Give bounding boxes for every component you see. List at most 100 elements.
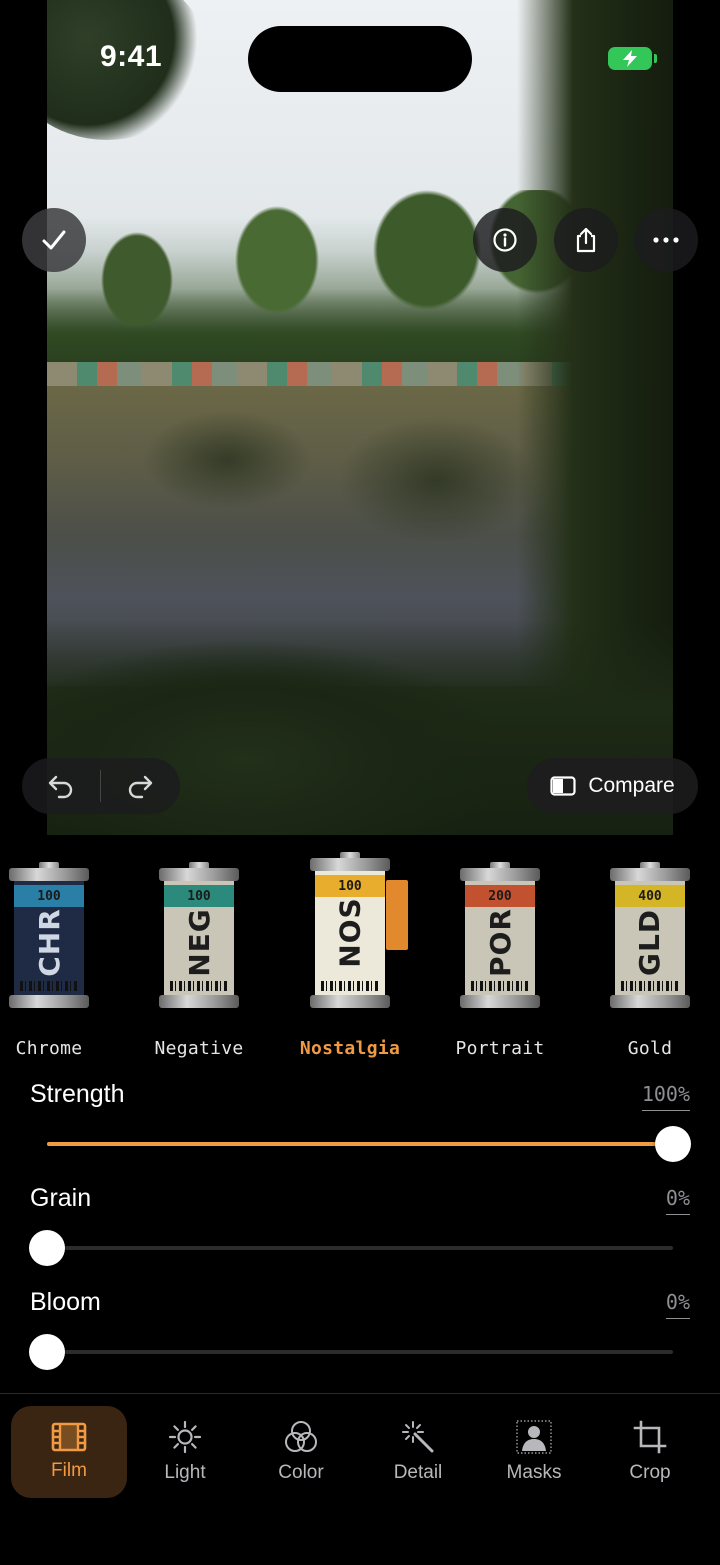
- tab-label: Crop: [629, 1462, 671, 1483]
- undo-redo-group: [22, 758, 180, 814]
- canister-barcode: [471, 981, 529, 991]
- canister-iso-band: 200: [465, 885, 535, 907]
- canister-code: POR: [467, 907, 533, 977]
- canister-code: NOS: [317, 897, 383, 967]
- canister-body: 100 NEG: [164, 881, 234, 995]
- film-roll-portrait[interactable]: 200 POR Portrait: [430, 850, 570, 1065]
- canister-top-cap: [310, 858, 390, 871]
- tab-color[interactable]: Color: [243, 1406, 359, 1498]
- film-roll-picker: 100 CHR Chrome 100 NEG Negative 100 NOS Nostalgi…: [0, 850, 720, 1065]
- film-canister-icon: 100 NOS: [310, 852, 390, 1008]
- share-button[interactable]: [554, 208, 618, 272]
- tab-label: Masks: [506, 1462, 562, 1483]
- canister-top-cap: [610, 868, 690, 881]
- canister-code-text: GLD: [633, 908, 667, 976]
- tab-crop[interactable]: Crop: [592, 1406, 708, 1498]
- slider-value: 0%: [665, 1290, 690, 1319]
- canister-barcode: [170, 981, 228, 991]
- person-mask-icon: [516, 1420, 552, 1454]
- canister-body: 100 CHR: [14, 881, 84, 995]
- canister-top-cap: [159, 868, 239, 881]
- tab-bar: Film Light Color Detail Masks Crop: [0, 1393, 720, 1565]
- film-roll-nostalgia[interactable]: 100 NOS Nostalgia: [280, 850, 420, 1065]
- compare-button[interactable]: Compare: [527, 758, 698, 814]
- film-canister-icon: 100 NEG: [159, 862, 239, 1008]
- canister-iso-band: 400: [615, 885, 685, 907]
- tab-label: Light: [164, 1462, 206, 1483]
- tab-film[interactable]: Film: [11, 1406, 127, 1498]
- photo-preview[interactable]: [47, 0, 673, 835]
- info-button[interactable]: [473, 208, 537, 272]
- canister-code: CHR: [16, 907, 82, 977]
- film-canister-icon: 200 POR: [460, 862, 540, 1008]
- magic-wand-icon: [401, 1420, 435, 1454]
- strength-slider[interactable]: [47, 1126, 691, 1162]
- slider-value: 100%: [641, 1082, 690, 1111]
- slider-label: Bloom: [30, 1288, 101, 1316]
- undo-icon: [48, 775, 73, 799]
- canister-code-text: NEG: [182, 907, 216, 977]
- canister-barcode: [321, 981, 379, 991]
- undo-button[interactable]: [22, 758, 100, 814]
- sun-icon: [168, 1420, 202, 1454]
- tab-light[interactable]: Light: [127, 1406, 243, 1498]
- tab-label: Film: [51, 1460, 87, 1481]
- slider-fill: [47, 1142, 673, 1146]
- canister-code: GLD: [617, 907, 683, 977]
- done-button[interactable]: [22, 208, 86, 272]
- info-icon: [493, 228, 517, 252]
- film-roll-label: Portrait: [455, 1038, 545, 1059]
- film-roll-label: Nostalgia: [299, 1038, 401, 1059]
- status-time: 9:41: [100, 40, 163, 73]
- compare-label: Compare: [588, 774, 675, 797]
- canister-barcode: [20, 981, 78, 991]
- dynamic-island: [248, 26, 472, 92]
- redo-icon: [128, 775, 153, 799]
- canister-body: 200 POR: [465, 881, 535, 995]
- film-canister-icon: 100 CHR: [9, 862, 89, 1008]
- canister-bottom-cap: [159, 995, 239, 1008]
- tab-label: Detail: [393, 1462, 443, 1483]
- compare-icon: [550, 776, 576, 796]
- film-roll-chrome[interactable]: 100 CHR Chrome: [0, 850, 119, 1065]
- canister-code: NEG: [166, 907, 232, 977]
- canister-iso-band: 100: [315, 875, 385, 897]
- canister-iso-band: 100: [164, 885, 234, 907]
- canister-code-text: CHR: [32, 907, 66, 977]
- film-roll-label: Negative: [154, 1038, 244, 1059]
- canister-code-text: POR: [483, 907, 517, 977]
- film-roll-gold[interactable]: 400 GLD Gold: [580, 850, 720, 1065]
- grain-slider[interactable]: [29, 1230, 673, 1266]
- slider-knob[interactable]: [29, 1334, 65, 1370]
- canister-body: 100 NOS: [315, 871, 385, 995]
- color-circles-icon: [283, 1420, 319, 1454]
- tab-masks[interactable]: Masks: [476, 1406, 592, 1498]
- canister-iso-band: 100: [14, 885, 84, 907]
- slider-knob[interactable]: [655, 1126, 691, 1162]
- canister-bottom-cap: [9, 995, 89, 1008]
- canister-barcode: [621, 981, 679, 991]
- tab-label: Color: [278, 1462, 324, 1483]
- canister-top-cap: [9, 868, 89, 881]
- film-icon: [51, 1422, 87, 1452]
- film-roll-label: Chrome: [15, 1038, 83, 1059]
- slider-label: Strength: [30, 1080, 125, 1108]
- canister-body: 400 GLD: [615, 881, 685, 995]
- tab-detail[interactable]: Detail: [360, 1406, 476, 1498]
- film-canister-icon: 400 GLD: [610, 862, 690, 1008]
- bloom-slider[interactable]: [29, 1334, 673, 1370]
- slider-label: Grain: [30, 1184, 92, 1212]
- more-options-button[interactable]: [634, 208, 698, 272]
- crop-icon: [633, 1420, 667, 1454]
- film-roll-negative[interactable]: 100 NEG Negative: [129, 850, 269, 1065]
- film-roll-label: Gold: [627, 1038, 673, 1059]
- checkmark-icon: [42, 230, 66, 250]
- canister-top-cap: [460, 868, 540, 881]
- slider-knob[interactable]: [29, 1230, 65, 1266]
- slider-value: 0%: [665, 1186, 690, 1215]
- canister-bottom-cap: [610, 995, 690, 1008]
- share-icon: [576, 227, 596, 253]
- battery-icon: [608, 47, 657, 70]
- ellipsis-icon: [653, 237, 679, 243]
- redo-button[interactable]: [101, 758, 179, 814]
